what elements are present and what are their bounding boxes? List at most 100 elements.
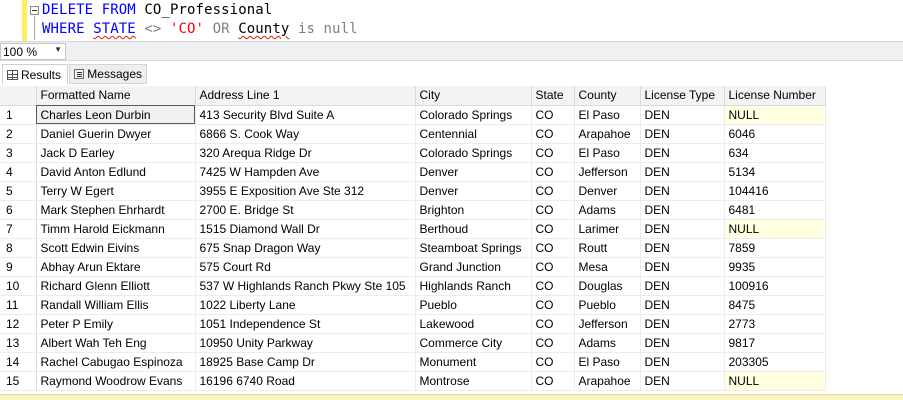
grid-cell[interactable]: DEN xyxy=(640,105,725,125)
grid-cell[interactable]: El Paso xyxy=(574,105,641,125)
table-row[interactable]: 9 Abhay Arun Ektare 575 Court Rd Grand Junc… xyxy=(0,257,826,277)
grid-cell[interactable]: DEN xyxy=(640,371,725,391)
tab-results[interactable]: Results xyxy=(2,64,68,84)
grid-cell[interactable]: Arapahoe xyxy=(574,371,641,391)
code-line-1[interactable]: DELETE FROM CO_Professional xyxy=(42,2,272,18)
grid-cell[interactable]: Arapahoe xyxy=(574,124,641,144)
grid-cell[interactable]: Jefferson xyxy=(574,162,641,182)
grid-cell[interactable]: Denver xyxy=(574,181,641,201)
table-row[interactable]: 7 Timm Harold Eickmann 1515 Diamond Wall D… xyxy=(0,219,826,239)
grid-cell[interactable]: Centennial xyxy=(415,124,532,144)
row-number[interactable]: 8 xyxy=(0,238,37,258)
row-number[interactable]: 9 xyxy=(0,257,37,277)
grid-cell[interactable]: Pueblo xyxy=(574,295,641,315)
row-number[interactable]: 4 xyxy=(0,162,37,182)
grid-cell[interactable]: 7859 xyxy=(724,238,826,258)
grid-cell[interactable]: Terry W Egert xyxy=(36,181,196,201)
row-number[interactable]: 11 xyxy=(0,295,37,315)
grid-cell[interactable]: Pueblo xyxy=(415,295,532,315)
grid-cell[interactable]: CO xyxy=(531,352,575,372)
grid-cell[interactable]: El Paso xyxy=(574,143,641,163)
grid-cell[interactable]: NULL xyxy=(724,371,826,391)
grid-cell[interactable]: El Paso xyxy=(574,352,641,372)
grid-cell[interactable]: NULL xyxy=(724,219,826,239)
grid-cell[interactable]: David Anton Edlund xyxy=(36,162,196,182)
grid-cell[interactable]: 18925 Base Camp Dr xyxy=(195,352,416,372)
grid-cell[interactable]: Abhay Arun Ektare xyxy=(36,257,196,277)
grid-cell[interactable]: DEN xyxy=(640,124,725,144)
grid-cell[interactable]: Denver xyxy=(415,181,532,201)
row-number[interactable]: 3 xyxy=(0,143,37,163)
tab-messages[interactable]: Messages xyxy=(69,64,147,84)
grid-cell[interactable]: Richard Glenn Elliott xyxy=(36,276,196,296)
table-row[interactable]: 1 Charles Leon Durbin 413 Security Blvd Su… xyxy=(0,105,826,125)
grid-cell[interactable]: Colorado Springs xyxy=(415,105,532,125)
table-row[interactable]: 15 Raymond Woodrow Evans 16196 6740 Road Mo… xyxy=(0,371,826,391)
grid-cell[interactable]: NULL xyxy=(724,105,826,125)
grid-cell[interactable]: 675 Snap Dragon Way xyxy=(195,238,416,258)
grid-cell[interactable]: DEN xyxy=(640,257,725,277)
grid-cell[interactable]: Charles Leon Durbin xyxy=(36,105,196,125)
grid-cell[interactable]: CO xyxy=(531,238,575,258)
row-number[interactable]: 5 xyxy=(0,181,37,201)
grid-cell[interactable]: CO xyxy=(531,276,575,296)
column-header[interactable]: Formatted Name xyxy=(36,86,196,106)
grid-cell[interactable]: 9817 xyxy=(724,333,826,353)
row-number[interactable]: 12 xyxy=(0,314,37,334)
grid-cell[interactable]: CO xyxy=(531,143,575,163)
grid-cell[interactable]: 7425 W Hampden Ave xyxy=(195,162,416,182)
row-number[interactable]: 7 xyxy=(0,219,37,239)
grid-cell[interactable]: Commerce City xyxy=(415,333,532,353)
grid-cell[interactable]: DEN xyxy=(640,162,725,182)
grid-cell[interactable]: 100916 xyxy=(724,276,826,296)
row-number[interactable]: 6 xyxy=(0,200,37,220)
grid-cell[interactable]: Douglas xyxy=(574,276,641,296)
grid-cell[interactable]: CO xyxy=(531,314,575,334)
column-header[interactable]: License Number xyxy=(724,86,826,106)
row-number[interactable]: 1 xyxy=(0,105,37,125)
grid-cell[interactable]: Colorado Springs xyxy=(415,143,532,163)
column-header[interactable]: License Type xyxy=(640,86,725,106)
code-line-2[interactable]: WHERE STATE <> 'CO' OR County is null xyxy=(42,21,358,37)
table-row[interactable]: 13 Albert Wah Teh Eng 10950 Unity Parkway C… xyxy=(0,333,826,353)
grid-cell[interactable]: Jefferson xyxy=(574,314,641,334)
grid-cell[interactable]: 2700 E. Bridge St xyxy=(195,200,416,220)
table-row[interactable]: 2 Daniel Guerin Dwyer 6866 S. Cook Way Cent… xyxy=(0,124,826,144)
results-grid[interactable]: Formatted Name Address Line 1 City State Cou… xyxy=(0,86,903,400)
grid-cell[interactable]: 1051 Independence St xyxy=(195,314,416,334)
grid-cell[interactable]: Larimer xyxy=(574,219,641,239)
grid-cell[interactable]: Routt xyxy=(574,238,641,258)
grid-cell[interactable]: DEN xyxy=(640,333,725,353)
grid-cell[interactable]: CO xyxy=(531,219,575,239)
row-number[interactable]: 15 xyxy=(0,371,37,391)
table-row[interactable]: 10 Richard Glenn Elliott 537 W Highlands R… xyxy=(0,276,826,296)
grid-cell[interactable]: 1515 Diamond Wall Dr xyxy=(195,219,416,239)
grid-cell[interactable]: Raymond Woodrow Evans xyxy=(36,371,196,391)
grid-cell[interactable]: 5134 xyxy=(724,162,826,182)
grid-cell[interactable]: 9935 xyxy=(724,257,826,277)
collapse-icon[interactable] xyxy=(30,6,39,15)
table-row[interactable]: 4 David Anton Edlund 7425 W Hampden Ave Den… xyxy=(0,162,826,182)
grid-cell[interactable]: 575 Court Rd xyxy=(195,257,416,277)
grid-cell[interactable]: CO xyxy=(531,200,575,220)
table-row[interactable]: 5 Terry W Egert 3955 E Exposition Ave Ste … xyxy=(0,181,826,201)
grid-cell[interactable]: 203305 xyxy=(724,352,826,372)
grid-cell[interactable]: Mark Stephen Ehrhardt xyxy=(36,200,196,220)
grid-cell[interactable]: Jack D Earley xyxy=(36,143,196,163)
table-row[interactable]: 6 Mark Stephen Ehrhardt 2700 E. Bridge St B… xyxy=(0,200,826,220)
grid-cell[interactable]: Monument xyxy=(415,352,532,372)
column-header[interactable]: State xyxy=(531,86,575,106)
grid-cell[interactable]: Scott Edwin Eivins xyxy=(36,238,196,258)
grid-cell[interactable]: 16196 6740 Road xyxy=(195,371,416,391)
grid-cell[interactable]: Daniel Guerin Dwyer xyxy=(36,124,196,144)
grid-cell[interactable]: 413 Security Blvd Suite A xyxy=(195,105,416,125)
horizontal-scrollbar[interactable] xyxy=(70,45,903,58)
grid-cell[interactable]: Highlands Ranch xyxy=(415,276,532,296)
grid-cell[interactable]: Randall William Ellis xyxy=(36,295,196,315)
grid-cell[interactable]: CO xyxy=(531,333,575,353)
grid-cell[interactable]: Montrose xyxy=(415,371,532,391)
table-row[interactable]: 8 Scott Edwin Eivins 675 Snap Dragon Way St… xyxy=(0,238,826,258)
grid-cell[interactable]: Albert Wah Teh Eng xyxy=(36,333,196,353)
grid-cell[interactable]: DEN xyxy=(640,276,725,296)
grid-cell[interactable]: 537 W Highlands Ranch Pkwy Ste 105 xyxy=(195,276,416,296)
